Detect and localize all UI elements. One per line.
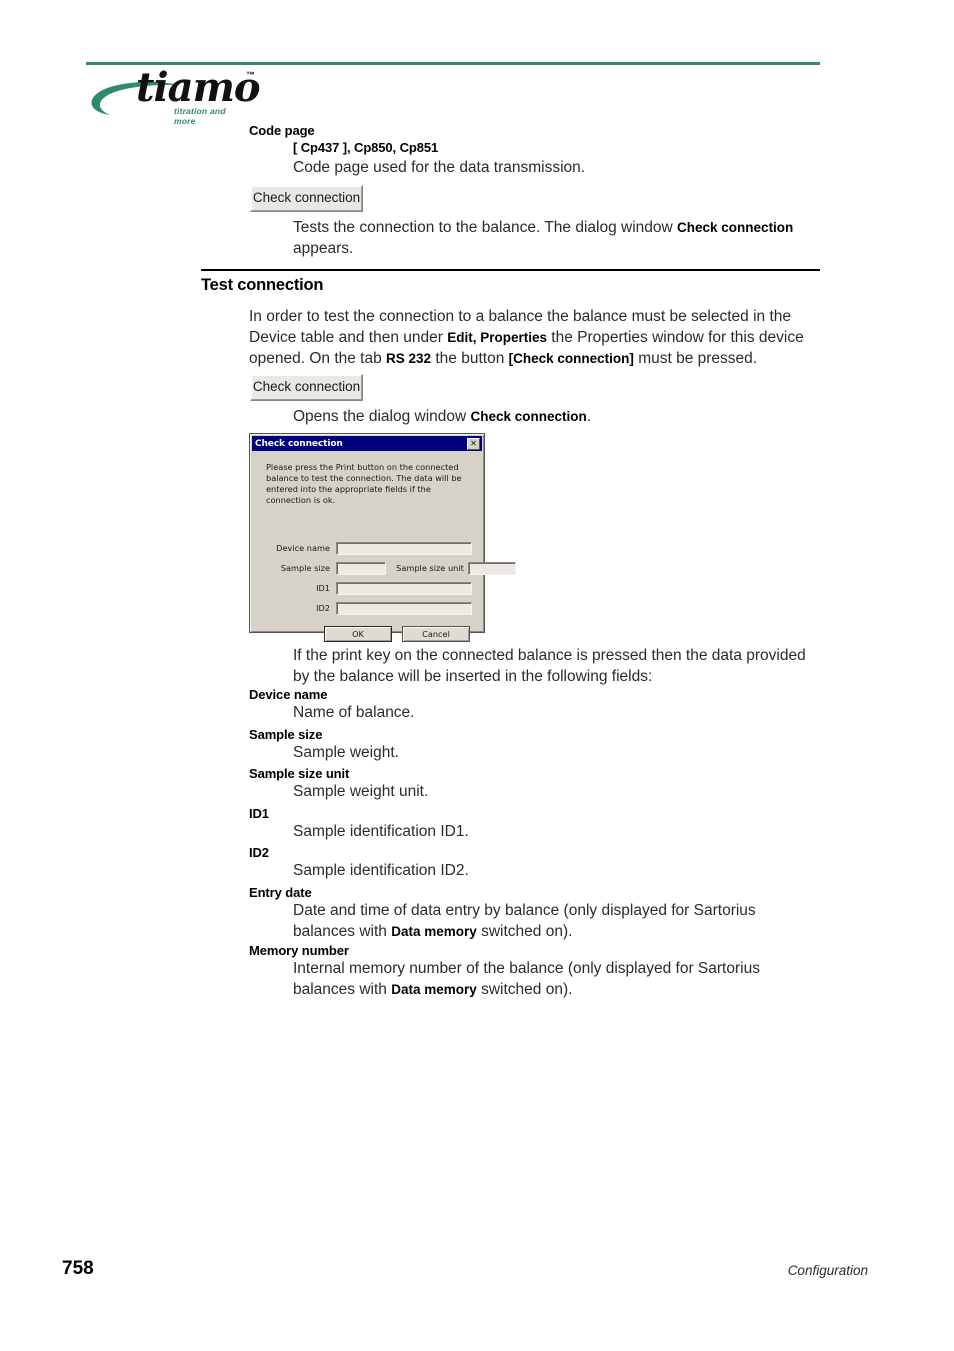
ccd2-bold: Check connection [470, 409, 587, 424]
desc-sample-size-text: Sample weight. [293, 744, 399, 761]
dialog-cancel-button[interactable]: Cancel [402, 626, 470, 642]
dialog-row-id1: ID1 [262, 581, 472, 595]
intro-bold2: RS 232 [386, 351, 432, 366]
input-device-name[interactable] [336, 541, 472, 555]
logo-wordmark: tiamo [136, 64, 261, 111]
dialog-body: Please press the Print button on the con… [252, 451, 516, 642]
term-device-name: Device name [249, 687, 328, 702]
section-intro-paragraph: In order to test the connection to a bal… [249, 306, 820, 369]
desc-entry-date: Date and time of data entry by balance (… [293, 900, 820, 942]
logo-tagline: titration and more [174, 106, 226, 126]
label-id2: ID2 [316, 603, 330, 613]
code-page-description: Code page used for the data transmission… [293, 159, 586, 176]
check-connection-button-2[interactable]: Check connection [250, 374, 363, 401]
desc-memory-number-bold: Data memory [391, 982, 477, 997]
check-connection-button-1[interactable]: Check connection [250, 185, 363, 212]
desc-memory-number: Internal memory number of the balance (o… [293, 958, 820, 1000]
check-connection-description-1: Tests the connection to the balance. The… [293, 217, 833, 259]
desc-entry-date-part2: switched on). [476, 923, 573, 940]
desc-id1-text: Sample identification ID1. [293, 823, 469, 840]
page-number: 758 [62, 1258, 94, 1279]
desc-entry-date-bold: Data memory [391, 924, 477, 939]
dialog-row-sample-size: Sample size Sample size unit [262, 561, 516, 575]
intro-part3: the button [431, 350, 509, 367]
desc-device-name: Name of balance. [293, 702, 820, 723]
term-code-page: Code page [249, 123, 315, 138]
section-rule [201, 269, 820, 271]
tiamo-logo: tiamo ™ titration and more [88, 68, 261, 126]
intro-bold3: [Check connection] [508, 351, 634, 366]
input-id1[interactable] [336, 581, 472, 595]
desc-device-name-text: Name of balance. [293, 704, 415, 721]
desc-id2: Sample identification ID2. [293, 860, 820, 881]
intro-part4: must be pressed. [633, 350, 758, 367]
after-dialog-paragraph: If the print key on the connected balanc… [293, 647, 806, 685]
dialog-row-id2: ID2 [262, 601, 472, 615]
dialog-instructions: Please press the Print button on the con… [266, 462, 462, 505]
desc-sample-size-unit-text: Sample weight unit. [293, 783, 429, 800]
dialog-titlebar: Check connection ✕ [252, 436, 482, 451]
input-id2[interactable] [336, 601, 472, 615]
check-connection-dialog: Check connection ✕ Please press the Prin… [249, 433, 516, 642]
term-id1: ID1 [249, 806, 269, 821]
intro-bold1: Edit, Properties [447, 330, 547, 345]
term-memory-number: Memory number [249, 943, 349, 958]
desc-sample-size-unit: Sample weight unit. [293, 781, 820, 802]
desc-id2-text: Sample identification ID2. [293, 862, 469, 879]
ccd1-part1: Tests the connection to the balance. The… [293, 219, 678, 236]
check-connection-description-2: Opens the dialog window Check connection… [293, 406, 833, 427]
ccd2-part1: Opens the dialog window [293, 408, 471, 425]
desc-sample-size: Sample weight. [293, 742, 820, 763]
label-id1: ID1 [316, 583, 330, 593]
label-device-name: Device name [276, 543, 330, 553]
dialog-row-device-name: Device name [262, 541, 472, 555]
dialog-ok-button[interactable]: OK [324, 626, 392, 642]
ccd2-part2: . [586, 408, 592, 425]
term-entry-date: Entry date [249, 885, 312, 900]
input-sample-size-unit[interactable] [468, 561, 516, 575]
section-title-test-connection: Test connection [201, 276, 324, 294]
code-page-options: [ Cp437 ], Cp850, Cp851 [293, 140, 439, 155]
term-sample-size-unit: Sample size unit [249, 766, 350, 781]
label-sample-size-unit: Sample size unit [396, 563, 464, 573]
dialog-title: Check connection [255, 438, 343, 449]
label-sample-size: Sample size [280, 563, 330, 573]
desc-id1: Sample identification ID1. [293, 821, 820, 842]
footer-chapter-label: Configuration [787, 1263, 868, 1278]
term-id2: ID2 [249, 845, 269, 860]
close-icon[interactable]: ✕ [467, 437, 480, 450]
desc-memory-number-part2: switched on). [476, 981, 573, 998]
logo-trademark: ™ [246, 70, 255, 80]
input-sample-size[interactable] [336, 561, 386, 575]
ccd1-bold: Check connection [677, 220, 794, 235]
ccd1-part2: appears. [293, 240, 354, 257]
term-sample-size: Sample size [249, 727, 323, 742]
